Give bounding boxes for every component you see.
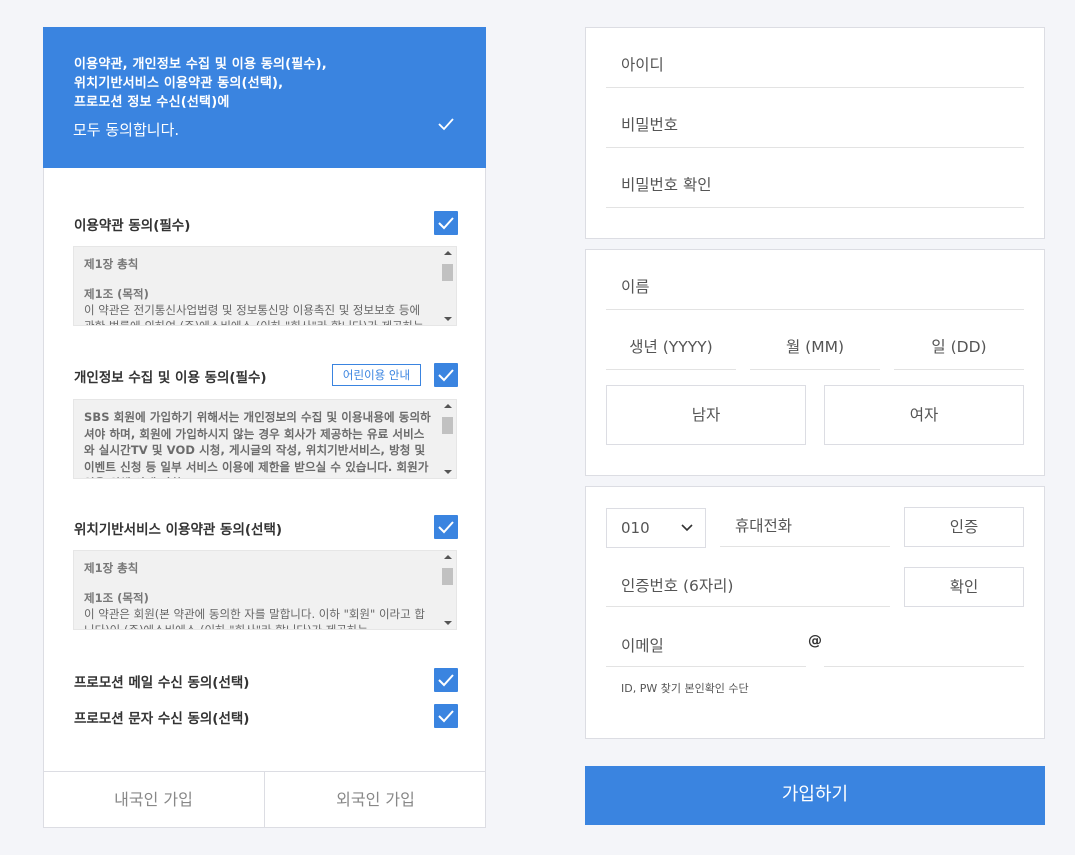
- privacy-body: SBS 회원에 가입하기 위해서는 개인정보의 수집 및 이용내용에 동의하셔야…: [84, 410, 431, 478]
- confirm-code-button[interactable]: 확인: [904, 567, 1024, 607]
- agree-all-line: 위치기반서비스 이용약관 동의(선택),: [74, 76, 284, 91]
- promo-sms-label: 프로모션 문자 수신 동의(선택): [74, 711, 250, 727]
- check-icon: [438, 217, 454, 230]
- id-placeholder: 아이디: [621, 56, 664, 74]
- password-confirm-placeholder: 비밀번호 확인: [621, 176, 712, 194]
- privacy-agree-label: 개인정보 수집 및 이용 동의(필수): [74, 370, 267, 386]
- promo-email-label: 프로모션 메일 수신 동의(선택): [74, 675, 250, 691]
- email-local-field[interactable]: 이메일: [606, 623, 806, 667]
- chevron-down-icon: [681, 524, 693, 532]
- email-placeholder: 이메일: [621, 636, 664, 655]
- terms-agree-label: 이용약관 동의(필수): [74, 218, 191, 234]
- id-field[interactable]: 아이디: [606, 41, 1024, 88]
- location-scrollbar[interactable]: [440, 552, 455, 628]
- privacy-agree-row: 개인정보 수집 및 이용 동의(필수) 어린이용 안내: [74, 363, 458, 387]
- password-placeholder: 비밀번호: [621, 116, 679, 134]
- location-text: 제1장 총칙 제1조 (목적) 이 약관은 회원(본 약관에 동의한 자를 말합…: [84, 560, 434, 630]
- tab-foreign-join[interactable]: 외국인 가입: [264, 772, 486, 828]
- tab-domestic-join[interactable]: 내국인 가입: [43, 772, 264, 828]
- birth-day-placeholder: 일 (DD): [931, 338, 987, 356]
- account-card: 아이디 비밀번호 비밀번호 확인: [585, 27, 1045, 239]
- privacy-agree-checkbox[interactable]: [434, 363, 458, 387]
- promo-sms-row: 프로모션 문자 수신 동의(선택): [74, 704, 458, 728]
- check-icon[interactable]: [435, 113, 457, 135]
- location-heading: 제1장 총칙: [84, 561, 139, 575]
- email-domain-field[interactable]: [824, 623, 1024, 667]
- profile-card: 이름 생년 (YYYY) 월 (MM) 일 (DD) 남자 여자: [585, 249, 1045, 476]
- carrier-prefix-select[interactable]: 010: [606, 508, 706, 548]
- birth-month-field[interactable]: 월 (MM): [750, 323, 880, 370]
- agreements-panel: 이용약관, 개인정보 수집 및 이용 동의(필수), 위치기반서비스 이용약관 …: [43, 27, 486, 828]
- birth-month-placeholder: 월 (MM): [785, 338, 845, 356]
- verification-code-placeholder: 인증번호 (6자리): [621, 576, 734, 595]
- location-article: 제1조 (목적): [84, 591, 149, 605]
- check-icon: [438, 521, 454, 534]
- location-agree-checkbox[interactable]: [434, 515, 458, 539]
- gender-male-button[interactable]: 남자: [606, 385, 806, 445]
- verify-button[interactable]: 인증: [904, 507, 1024, 547]
- terms-scrollbar[interactable]: [440, 248, 455, 324]
- promo-email-row: 프로모션 메일 수신 동의(선택): [74, 668, 458, 692]
- terms-article: 제1조 (목적): [84, 287, 149, 301]
- privacy-scrollbar[interactable]: [440, 401, 455, 477]
- location-agree-row: 위치기반서비스 이용약관 동의(선택): [74, 515, 458, 539]
- carrier-prefix-value: 010: [621, 519, 650, 537]
- terms-body: 이 약관은 전기통신사업법령 및 정보통신망 이용촉진 및 정보보호 등에 관한…: [84, 303, 424, 326]
- location-agree-label: 위치기반서비스 이용약관 동의(선택): [74, 522, 283, 538]
- location-body: 이 약관은 회원(본 약관에 동의한 자를 말합니다. 이하 "회원" 이라고 …: [84, 607, 425, 630]
- birth-year-field[interactable]: 생년 (YYYY): [606, 323, 736, 370]
- join-type-tabs: 내국인 가입 외국인 가입: [43, 771, 486, 828]
- agree-all-summary: 이용약관, 개인정보 수집 및 이용 동의(필수), 위치기반서비스 이용약관 …: [74, 55, 327, 112]
- birth-day-field[interactable]: 일 (DD): [894, 323, 1024, 370]
- email-at-symbol: @: [808, 633, 822, 649]
- kids-guide-button[interactable]: 어린이용 안내: [332, 364, 421, 386]
- submit-join-button[interactable]: 가입하기: [585, 766, 1045, 825]
- password-confirm-field[interactable]: 비밀번호 확인: [606, 161, 1024, 208]
- promo-email-checkbox[interactable]: [434, 668, 458, 692]
- gender-female-button[interactable]: 여자: [824, 385, 1024, 445]
- terms-agree-checkbox[interactable]: [434, 211, 458, 235]
- agree-all-line: 이용약관, 개인정보 수집 및 이용 동의(필수),: [74, 57, 327, 72]
- terms-text-box[interactable]: 제1장 총칙 제1조 (목적) 이 약관은 전기통신사업법령 및 정보통신망 이…: [73, 246, 457, 326]
- phone-placeholder: 휴대전화: [735, 516, 793, 535]
- phone-field[interactable]: 휴대전화: [720, 503, 890, 547]
- password-field[interactable]: 비밀번호: [606, 101, 1024, 148]
- terms-heading: 제1장 총칙: [84, 257, 139, 271]
- contact-card: 010 휴대전화 인증 인증번호 (6자리) 확인 이메일 @ ID, PW 찾…: [585, 486, 1045, 739]
- privacy-text-box[interactable]: SBS 회원에 가입하기 위해서는 개인정보의 수집 및 이용내용에 동의하셔야…: [73, 399, 457, 479]
- check-icon: [438, 674, 454, 687]
- name-field[interactable]: 이름: [606, 263, 1024, 310]
- agree-all-label: 모두 동의합니다.: [73, 121, 180, 139]
- check-icon: [438, 369, 454, 382]
- check-icon: [438, 710, 454, 723]
- verification-code-field[interactable]: 인증번호 (6자리): [606, 563, 890, 607]
- promo-sms-checkbox[interactable]: [434, 704, 458, 728]
- location-text-box[interactable]: 제1장 총칙 제1조 (목적) 이 약관은 회원(본 약관에 동의한 자를 말합…: [73, 550, 457, 630]
- email-hint-text: ID, PW 찾기 본인확인 수단: [621, 682, 749, 695]
- birth-year-placeholder: 생년 (YYYY): [629, 338, 713, 356]
- name-placeholder: 이름: [621, 278, 650, 296]
- terms-text: 제1장 총칙 제1조 (목적) 이 약관은 전기통신사업법령 및 정보통신망 이…: [84, 256, 434, 326]
- agree-all-line: 프로모션 정보 수신(선택)에: [74, 95, 230, 110]
- agree-all-banner[interactable]: 이용약관, 개인정보 수집 및 이용 동의(필수), 위치기반서비스 이용약관 …: [43, 27, 486, 168]
- terms-agree-row: 이용약관 동의(필수): [74, 211, 458, 235]
